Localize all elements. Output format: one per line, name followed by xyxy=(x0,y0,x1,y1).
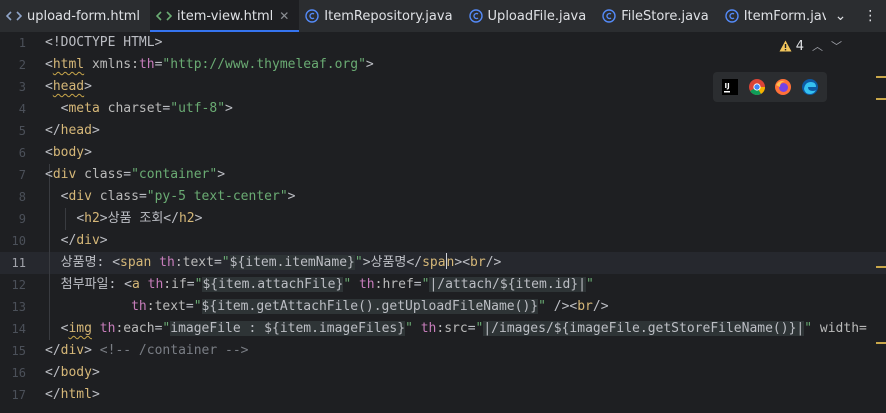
code-line: </div> xyxy=(60,233,108,248)
code-line: </div> <!-- /container --> xyxy=(45,343,249,358)
java-class-icon xyxy=(725,9,739,23)
firefox-icon[interactable] xyxy=(774,78,792,96)
line-number: 3 xyxy=(18,80,26,94)
line-number: 1 xyxy=(18,36,26,50)
code-line: <h2>상품 조회</h2> xyxy=(76,211,203,226)
tab-upload-form[interactable]: upload-form.html xyxy=(0,0,150,32)
code-line: <head> xyxy=(45,79,92,94)
line-number: 17 xyxy=(11,388,26,402)
tab-label: FileStore.java xyxy=(621,8,709,24)
line-number: 13 xyxy=(11,300,26,314)
warning-icon xyxy=(779,40,792,52)
chrome-icon[interactable] xyxy=(748,78,766,96)
intellij-icon[interactable]: IJ xyxy=(721,78,739,96)
more-vertical-icon[interactable]: ⋮ xyxy=(863,8,877,24)
line-number: 11 xyxy=(11,256,26,270)
tab-file-store[interactable]: FileStore.java xyxy=(596,0,718,32)
code-line: <!DOCTYPE HTML> xyxy=(45,35,163,50)
line-number: 10 xyxy=(11,234,26,248)
code-editor[interactable]: 1 2 3 4 5 6 7 8 9 10 11 12 13 14 15 16 1… xyxy=(0,32,886,413)
browser-preview-popup: IJ xyxy=(713,72,827,102)
line-number: 14 xyxy=(11,322,26,336)
chevron-up-icon[interactable]: ︿ xyxy=(812,38,823,54)
line-number: 16 xyxy=(11,366,26,380)
line-number: 9 xyxy=(18,212,26,226)
chevron-down-icon[interactable]: ﹀ xyxy=(831,38,842,54)
editor-tab-bar: upload-form.html item-view.html ✕ ItemRe… xyxy=(0,0,886,33)
line-number: 12 xyxy=(11,278,26,292)
code-line: <body> xyxy=(45,145,92,160)
html-file-icon xyxy=(156,9,173,23)
code-line: <img th:each="imageFile : ${item.imageFi… xyxy=(60,321,867,336)
edge-icon[interactable] xyxy=(801,78,819,96)
code-line: </body> xyxy=(45,365,100,380)
tab-label: UploadFile.java xyxy=(487,8,587,24)
tab-actions: ⌄ ⋮ xyxy=(826,0,886,32)
code-line: th:text="${item.getAttachFile().getUploa… xyxy=(131,299,609,314)
warning-marker[interactable] xyxy=(876,266,886,268)
code-line: </html> xyxy=(45,387,100,402)
line-number: 15 xyxy=(11,344,26,358)
line-number: 6 xyxy=(18,146,26,160)
line-number: 2 xyxy=(18,58,26,72)
java-class-icon xyxy=(468,9,483,23)
java-class-icon xyxy=(602,9,616,23)
code-line: </head> xyxy=(45,123,100,138)
code-line: <html xmlns:th="http://www.thymeleaf.org… xyxy=(45,57,374,72)
code-line: <meta charset="utf-8"> xyxy=(60,101,233,116)
warning-marker[interactable] xyxy=(876,98,886,100)
warning-marker[interactable] xyxy=(876,342,886,344)
chevron-down-icon[interactable]: ⌄ xyxy=(835,8,847,24)
code-line: 첨부파일: <a th:if="${item.attachFile}" th:h… xyxy=(60,277,594,292)
tab-label: ItemForm.java xyxy=(743,8,838,24)
code-line-current: 상품명: <span th:text="${item.itemName}">상품… xyxy=(60,253,502,270)
line-number: 7 xyxy=(18,168,26,182)
tab-label: item-view.html xyxy=(177,8,274,24)
close-icon[interactable]: ✕ xyxy=(279,9,289,23)
warning-count: 4 xyxy=(795,38,804,54)
line-number: 4 xyxy=(18,102,26,116)
java-class-icon xyxy=(305,9,319,23)
scrollbar-markers[interactable] xyxy=(874,32,886,413)
code-line: <div class="container"> xyxy=(45,167,226,182)
line-number-gutter: 1 2 3 4 5 6 7 8 9 10 11 12 13 14 15 16 1… xyxy=(0,32,38,413)
code-line: <div class="py-5 text-center"> xyxy=(60,189,296,204)
line-number: 5 xyxy=(18,124,26,138)
html-file-icon xyxy=(6,9,22,23)
tab-label: upload-form.html xyxy=(27,8,141,24)
svg-text:IJ: IJ xyxy=(725,82,730,90)
tab-upload-file[interactable]: UploadFile.java xyxy=(463,0,597,32)
tab-item-repository[interactable]: ItemRepository.java xyxy=(299,0,462,32)
line-number: 8 xyxy=(18,190,26,204)
tab-item-view[interactable]: item-view.html ✕ xyxy=(150,0,300,32)
tab-label: ItemRepository.java xyxy=(324,8,453,24)
inspection-widget[interactable]: 4 ︿ ﹀ xyxy=(779,38,842,54)
warning-marker[interactable] xyxy=(876,76,886,78)
